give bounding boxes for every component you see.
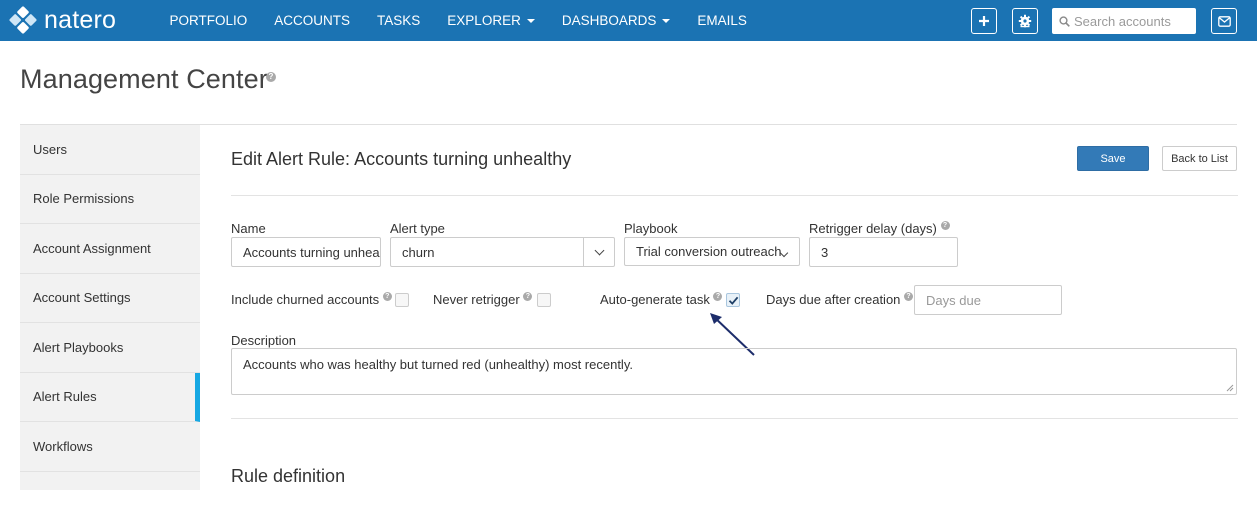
name-field[interactable] (231, 237, 381, 267)
help-icon[interactable]: ? (266, 72, 276, 82)
playbook-value: Trial conversion outreach (636, 244, 781, 259)
main-nav: PORTFOLIO ACCOUNTS TASKS EXPLORER DASHBO… (156, 0, 760, 41)
gear-icon (1018, 14, 1032, 28)
name-label: Name (231, 221, 266, 236)
playbook-label: Playbook (624, 221, 677, 236)
sidebar-item-account-settings[interactable]: Account Settings (20, 274, 200, 324)
retrigger-delay-input[interactable] (821, 245, 957, 260)
sidebar-item-workflows[interactable]: Workflows (20, 422, 200, 472)
sidebar-item-label: Workflows (33, 439, 93, 454)
days-due-label-text: Days due after creation (766, 292, 900, 307)
mail-button[interactable] (1211, 8, 1237, 34)
caret-down-icon (527, 19, 535, 23)
sidebar-item-alert-rules[interactable]: Alert Rules (20, 373, 200, 423)
alert-type-label: Alert type (390, 221, 445, 236)
settings-button[interactable] (1012, 8, 1038, 34)
sidebar-item-label: Alert Playbooks (33, 340, 123, 355)
help-icon[interactable]: ? (713, 292, 722, 301)
natero-logo-icon (8, 5, 38, 35)
days-due-field[interactable] (914, 285, 1062, 315)
help-icon[interactable]: ? (941, 221, 950, 230)
search-box[interactable] (1052, 8, 1196, 34)
nav-label: EXPLORER (447, 13, 521, 28)
nav-label: DASHBOARDS (562, 13, 657, 28)
help-icon[interactable]: ? (383, 292, 392, 301)
brand-logo[interactable]: natero (8, 6, 116, 34)
include-churned-label-text: Include churned accounts (231, 292, 379, 307)
description-value: Accounts who was healthy but turned red … (243, 357, 633, 372)
nav-emails[interactable]: EMAILS (684, 0, 761, 41)
sidebar-item-label: Account Settings (33, 290, 131, 305)
sidebar-item-health-score[interactable] (20, 472, 200, 521)
sidebar-item-users[interactable]: Users (20, 125, 200, 175)
days-due-input[interactable] (926, 293, 1061, 308)
mail-icon (1218, 16, 1231, 27)
include-churned-label: Include churned accounts ? (231, 292, 392, 307)
edit-rule-title: Edit Alert Rule: Accounts turning unheal… (231, 149, 571, 170)
nav-label: TASKS (377, 13, 420, 28)
nav-accounts[interactable]: ACCOUNTS (261, 0, 364, 41)
alert-type-select[interactable]: churn (390, 237, 615, 267)
playbook-select[interactable]: Trial conversion outreach (624, 237, 800, 266)
retrigger-label-text: Retrigger delay (days) (809, 221, 937, 236)
search-icon (1059, 16, 1070, 27)
never-retrigger-label-text: Never retrigger (433, 292, 520, 307)
sidebar-item-alert-playbooks[interactable]: Alert Playbooks (20, 323, 200, 373)
include-churned-checkbox[interactable] (395, 293, 409, 307)
auto-generate-task-label-text: Auto-generate task (600, 292, 710, 307)
sidebar-item-label: Alert Rules (33, 389, 97, 404)
never-retrigger-label: Never retrigger ? (433, 292, 532, 307)
retrigger-label: Retrigger delay (days) ? (809, 221, 950, 236)
rule-definition-title: Rule definition (231, 466, 345, 487)
nav-explorer-dropdown[interactable]: EXPLORER (434, 0, 549, 41)
divider (20, 124, 1237, 125)
nav-label: PORTFOLIO (170, 13, 248, 28)
sidebar-item-role-permissions[interactable]: Role Permissions (20, 175, 200, 225)
nav-label: EMAILS (697, 13, 747, 28)
never-retrigger-checkbox[interactable] (537, 293, 551, 307)
nav-tasks[interactable]: TASKS (364, 0, 434, 41)
description-label: Description (231, 333, 296, 348)
sidebar-item-label: Users (33, 142, 67, 157)
divider (231, 418, 1238, 419)
divider (231, 195, 1238, 196)
name-input[interactable] (243, 245, 380, 260)
chevron-down-icon (594, 245, 604, 255)
retrigger-delay-field[interactable] (809, 237, 958, 267)
sidebar-item-label: Role Permissions (33, 191, 134, 206)
help-icon[interactable]: ? (523, 292, 532, 301)
plus-icon (978, 15, 990, 27)
page-title: Management Center (20, 64, 268, 95)
sidebar-item-account-assignment[interactable]: Account Assignment (20, 224, 200, 274)
nav-dashboards-dropdown[interactable]: DASHBOARDS (548, 0, 684, 41)
back-to-list-button[interactable]: Back to List (1162, 146, 1237, 171)
alert-type-value: churn (402, 245, 435, 260)
dropdown-toggle[interactable] (583, 238, 614, 266)
top-nav-bar: natero PORTFOLIO ACCOUNTS TASKS EXPLORER… (0, 0, 1257, 41)
add-button[interactable] (971, 8, 997, 34)
brand-name: natero (44, 6, 116, 34)
sidebar-item-label: Account Assignment (33, 241, 151, 256)
nav-portfolio[interactable]: PORTFOLIO (156, 0, 261, 41)
caret-down-icon (662, 19, 670, 23)
resize-handle-icon[interactable] (1226, 384, 1234, 392)
days-due-label: Days due after creation ? (766, 292, 913, 307)
save-button[interactable]: Save (1077, 146, 1149, 171)
description-textarea[interactable]: Accounts who was healthy but turned red … (231, 348, 1237, 395)
search-input[interactable] (1074, 14, 1192, 29)
help-icon[interactable]: ? (904, 292, 913, 301)
nav-label: ACCOUNTS (274, 13, 350, 28)
sidebar: Users Role Permissions Account Assignmen… (20, 125, 200, 490)
